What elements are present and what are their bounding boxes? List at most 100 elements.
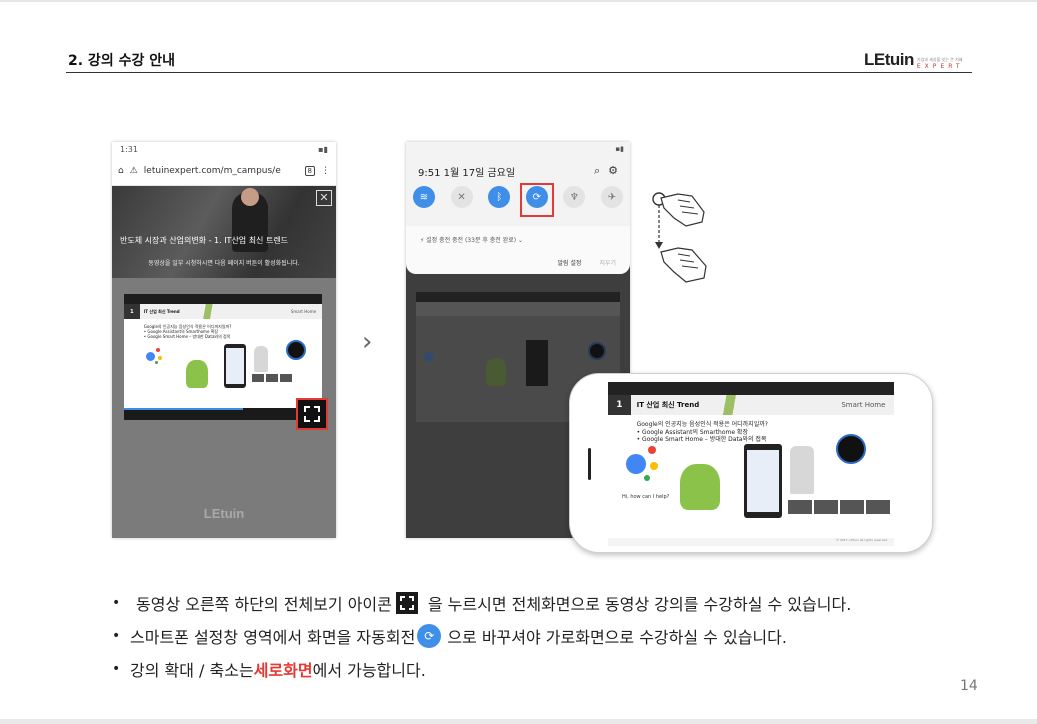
home-button — [588, 448, 591, 480]
assistant-dot-icon — [650, 462, 658, 470]
slide-line: Google의 인공지능 음성인식 적용은 어디까지일까? — [636, 421, 768, 429]
mini-slide-body: Google의 인공지능 음성인식 적용은 어디까지일까? • Google A… — [144, 324, 232, 339]
battery-icon: ▪▮ — [318, 145, 328, 154]
mini-slide-accent — [199, 304, 220, 320]
home-icon[interactable]: ⌂ — [118, 166, 124, 176]
smartphone-screen — [747, 450, 779, 512]
status-time: 1:31 — [120, 145, 138, 154]
thumbnail — [252, 374, 264, 382]
slide-topbar — [608, 382, 894, 396]
quick-settings-panel: ▪▮ 9:51 1월 17일 금요일 ⌕ ⚙ ≋ ✕ ᛒ ⟳ ♆ ✈ — [406, 142, 630, 226]
slide-title: IT 산업 최신 Trend — [636, 400, 700, 409]
logo-wordmark: LEtuin — [864, 50, 914, 69]
video-player[interactable]: 1 IT 산업 최신 Trend Smart Home Google의 인공지능… — [124, 294, 322, 420]
slide-num: 1 — [608, 395, 631, 415]
assistant-dot-icon — [156, 348, 160, 352]
slide-footer: © 2017. LEtuin all rights reserved. — [608, 537, 894, 546]
assistant-dot-icon — [158, 356, 162, 360]
lecture-banner: ✕ 반도체 시장과 산업의변화 - 1. IT산업 최신 트렌드 동영상을 일부… — [112, 186, 336, 278]
top-strip — [0, 0, 1037, 2]
logo-side: 기업과 세상을 잇는 큰 지혜 EXPERT — [917, 58, 964, 70]
dimmed-phone — [526, 340, 548, 386]
android-mascot-icon — [186, 360, 208, 388]
nest-thermostat-icon — [836, 434, 866, 464]
instruction-item: • 동영상 오른쪽 하단의 전체보기 아이콘 을 누르시면 전체화면으로 동영상… — [112, 586, 992, 619]
dimmed-topbar — [416, 292, 620, 302]
bullet-dot: • — [112, 660, 121, 677]
wifi-icon[interactable]: ≋ — [413, 186, 435, 208]
slide-body: Google의 인공지능 음성인식 적용은 어디까지일까? • Google A… — [637, 421, 768, 444]
bullet-dot: • — [112, 627, 121, 644]
more-menu-icon[interactable]: ⋮ — [321, 166, 330, 176]
mini-slide-tag: Smart Home — [290, 309, 317, 315]
search-icon[interactable]: ⌕ — [594, 164, 600, 178]
slide: 2. 강의 수강 안내 LEtuin 기업과 세상을 잇는 큰 지혜 EXPER… — [0, 0, 1037, 724]
thumbnail — [840, 500, 864, 514]
warning-icon: ⚠ — [129, 165, 138, 176]
assistant-dot-icon — [146, 352, 155, 361]
thumbnail — [266, 374, 278, 382]
tab-count-button[interactable]: 8 — [304, 165, 315, 176]
status-datetime: 9:51 1월 17일 금요일 — [418, 168, 516, 179]
nest-thermostat-icon — [286, 340, 306, 360]
gear-icon[interactable]: ⚙ — [608, 164, 618, 178]
assistant-dot-icon — [644, 475, 650, 481]
thumbnail-strip — [788, 500, 890, 514]
instruction-text: 을 누르시면 전체화면으로 동영상 강의를 수강하실 수 있습니다. — [427, 594, 852, 614]
fullscreen-icon — [395, 591, 418, 614]
video-overlay: ✕ 반도체 시장과 산업의변화 - 1. IT산업 최신 트렌드 동영상을 일부… — [112, 186, 336, 538]
notification-settings-button[interactable]: 알림 설정 — [557, 258, 581, 267]
airplane-mode-icon[interactable]: ✈ — [600, 186, 623, 208]
mute-icon[interactable]: ✕ — [450, 186, 473, 208]
portrait-phone-screenshot: 1:31 ▪▮ ⌂ ⚠ letuinexpert.com/m_campus/e … — [112, 142, 336, 538]
flashlight-icon[interactable]: ♆ — [563, 186, 586, 208]
clear-notification-button[interactable]: 지우기 — [599, 258, 616, 267]
assistant-bubble: Hi, how can I help? — [622, 494, 670, 500]
android-mascot-icon — [680, 464, 720, 510]
dimmed-dot — [424, 352, 434, 362]
video-progress-bar[interactable] — [124, 408, 243, 410]
google-home-icon — [790, 446, 814, 494]
google-home-icon — [254, 346, 268, 372]
instruction-text: 으로 바꾸셔야 가로화면으로 수강하실 수 있습니다. — [447, 627, 787, 647]
instruction-text: 에서 가능합니다. — [312, 660, 426, 680]
lecture-notice: 동영상을 일부 시청하시면 다음 페이지 버튼이 활성화됩니다. — [148, 260, 300, 267]
instruction-emphasis: 세로화면 — [253, 660, 313, 680]
battery-icon: ▪▮ — [615, 145, 624, 153]
bluetooth-icon[interactable]: ᛒ — [488, 186, 511, 208]
page-title: 2. 강의 수강 안내 — [68, 53, 175, 69]
thumbnail — [280, 374, 292, 382]
assistant-dot-icon — [155, 361, 158, 364]
mini-slide-num: 1 — [124, 304, 140, 320]
close-icon[interactable]: ✕ — [316, 190, 332, 206]
auto-rotate-icon: ⟳ — [417, 623, 442, 648]
chevron-right-icon: › — [362, 327, 373, 357]
mini-slide-line: • Google Smart Home – 방대한 Data와의 접목 — [143, 334, 231, 340]
instruction-text: 동영상 오른쪽 하단의 전체보기 아이콘 — [136, 594, 392, 614]
dimmed-android — [486, 358, 506, 386]
panel-tools: ⌕ ⚙ — [594, 164, 618, 178]
mini-slide-topbar — [124, 294, 322, 305]
logo-tagline: 기업과 세상을 잇는 큰 지혜 — [916, 57, 963, 62]
address-bar[interactable]: letuinexpert.com/m_campus/e — [144, 166, 299, 176]
quick-toggle-row: ≋ ✕ ᛒ ⟳ ♆ ✈ — [413, 186, 623, 208]
instruction-list: • 동영상 오른쪽 하단의 전체보기 아이콘 을 누르시면 전체화면으로 동영상… — [112, 586, 992, 685]
logo-expert: EXPERT — [916, 63, 964, 70]
smartphone-screen — [226, 348, 244, 384]
mini-slide-header: 1 IT 산업 최신 Trend Smart Home — [124, 304, 322, 320]
slide-accent — [716, 395, 746, 415]
instruction-item: • 강의 확대 / 축소는 세로화면 에서 가능합니다. — [112, 652, 992, 685]
mini-slide-title: IT 산업 최신 Trend — [143, 308, 180, 314]
assistant-dot-icon — [648, 446, 656, 454]
presenter-head — [241, 188, 259, 206]
video-controls[interactable] — [124, 408, 322, 420]
bottom-strip — [0, 719, 1037, 724]
landscape-phone-illustration: 1 IT 산업 최신 Trend Smart Home Google의 인공지능… — [569, 373, 933, 553]
dimmed-nest — [588, 342, 606, 360]
instruction-item: • 스마트폰 설정창 영역에서 화면을 자동회전 ⟳ 으로 바꾸셔야 가로화면으… — [112, 619, 992, 652]
swipe-down-gesture-icon — [652, 192, 707, 283]
slide-tag: Smart Home — [841, 400, 886, 409]
landscape-video-screen: 1 IT 산업 최신 Trend Smart Home Google의 인공지능… — [608, 382, 894, 546]
lecture-title: 반도체 시장과 산업의변화 - 1. IT산업 최신 트렌드 — [120, 236, 289, 245]
fullscreen-icon[interactable] — [296, 398, 328, 430]
